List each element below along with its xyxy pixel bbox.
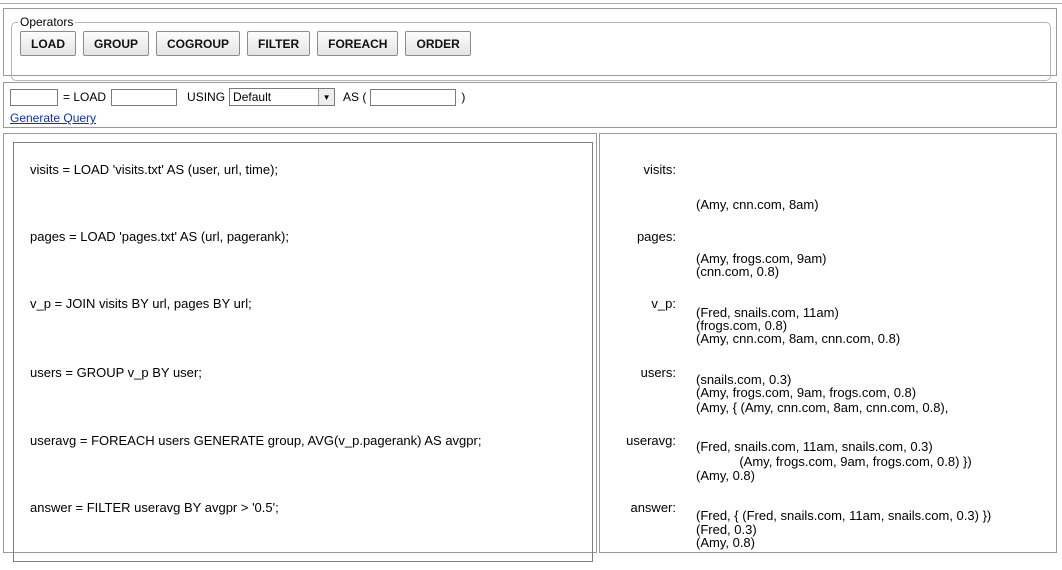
as-label: AS ( xyxy=(343,90,367,104)
variable-name-input[interactable] xyxy=(10,88,58,106)
statement-answer: answer = FILTER useravg BY avgpr > '0.5'… xyxy=(30,500,279,515)
using-selected-value: Default xyxy=(233,90,272,104)
eq-load-label: = LOAD xyxy=(63,90,107,104)
operators-group: Operators LOAD GROUP COGROUP FILTER FORE… xyxy=(11,15,1051,81)
result-line: (Amy, cnn.com, 8am, cnn.com, 0.8) xyxy=(696,331,901,346)
dropdown-arrow-icon[interactable]: ▼ xyxy=(318,89,335,105)
group-button[interactable]: GROUP xyxy=(83,31,150,56)
statement-pages: pages = LOAD 'pages.txt' AS (url, pagera… xyxy=(30,229,289,244)
top-border xyxy=(0,3,1062,4)
result-label-visits: visits: xyxy=(643,162,677,177)
load-button[interactable]: LOAD xyxy=(20,31,76,56)
file-name-input[interactable] xyxy=(111,88,178,106)
result-label-pages: pages: xyxy=(636,229,676,244)
statement-visits: visits = LOAD 'visits.txt' AS (user, url… xyxy=(30,162,279,177)
result-line: (Amy, 0.8) xyxy=(696,468,755,483)
result-line: (Amy, { (Amy, cnn.com, 8am, cnn.com, 0.8… xyxy=(696,400,949,415)
result-label-users: users: xyxy=(640,365,676,380)
result-label-v-p: v_p: xyxy=(651,296,676,311)
statement-users: users = GROUP v_p BY user; xyxy=(30,365,202,380)
close-paren-label: ) xyxy=(461,90,466,104)
script-panel xyxy=(3,133,597,562)
order-button[interactable]: ORDER xyxy=(405,31,471,56)
load-form-row: = LOAD USING Default ▼ AS ( ) xyxy=(10,88,465,106)
operators-legend: Operators xyxy=(20,15,74,29)
script-editor[interactable] xyxy=(13,142,593,562)
result-label-useravg: useravg: xyxy=(626,433,676,448)
result-label-answer: answer: xyxy=(630,500,676,515)
query-builder-panel: = LOAD USING Default ▼ AS ( ) Generate Q… xyxy=(3,82,1057,128)
using-label: USING xyxy=(187,90,226,104)
result-line: (Amy, 0.8) xyxy=(696,535,755,550)
result-line: (cnn.com, 0.8) xyxy=(696,264,780,279)
generate-query-link[interactable]: Generate Query xyxy=(10,111,96,125)
cogroup-button[interactable]: COGROUP xyxy=(156,31,241,56)
statement-useravg: useravg = FOREACH users GENERATE group, … xyxy=(30,433,482,448)
using-select[interactable]: Default ▼ xyxy=(229,88,336,106)
filter-button[interactable]: FILTER xyxy=(247,31,311,56)
operators-panel: Operators LOAD GROUP COGROUP FILTER FORE… xyxy=(3,8,1057,81)
result-answer: (Amy, 0.8) xyxy=(696,498,755,570)
foreach-button[interactable]: FOREACH xyxy=(317,31,399,56)
result-line: (Amy, cnn.com, 8am) xyxy=(696,197,819,212)
statement-v-p: v_p = JOIN visits BY url, pages BY url; xyxy=(30,296,252,311)
schema-input[interactable] xyxy=(370,88,457,106)
